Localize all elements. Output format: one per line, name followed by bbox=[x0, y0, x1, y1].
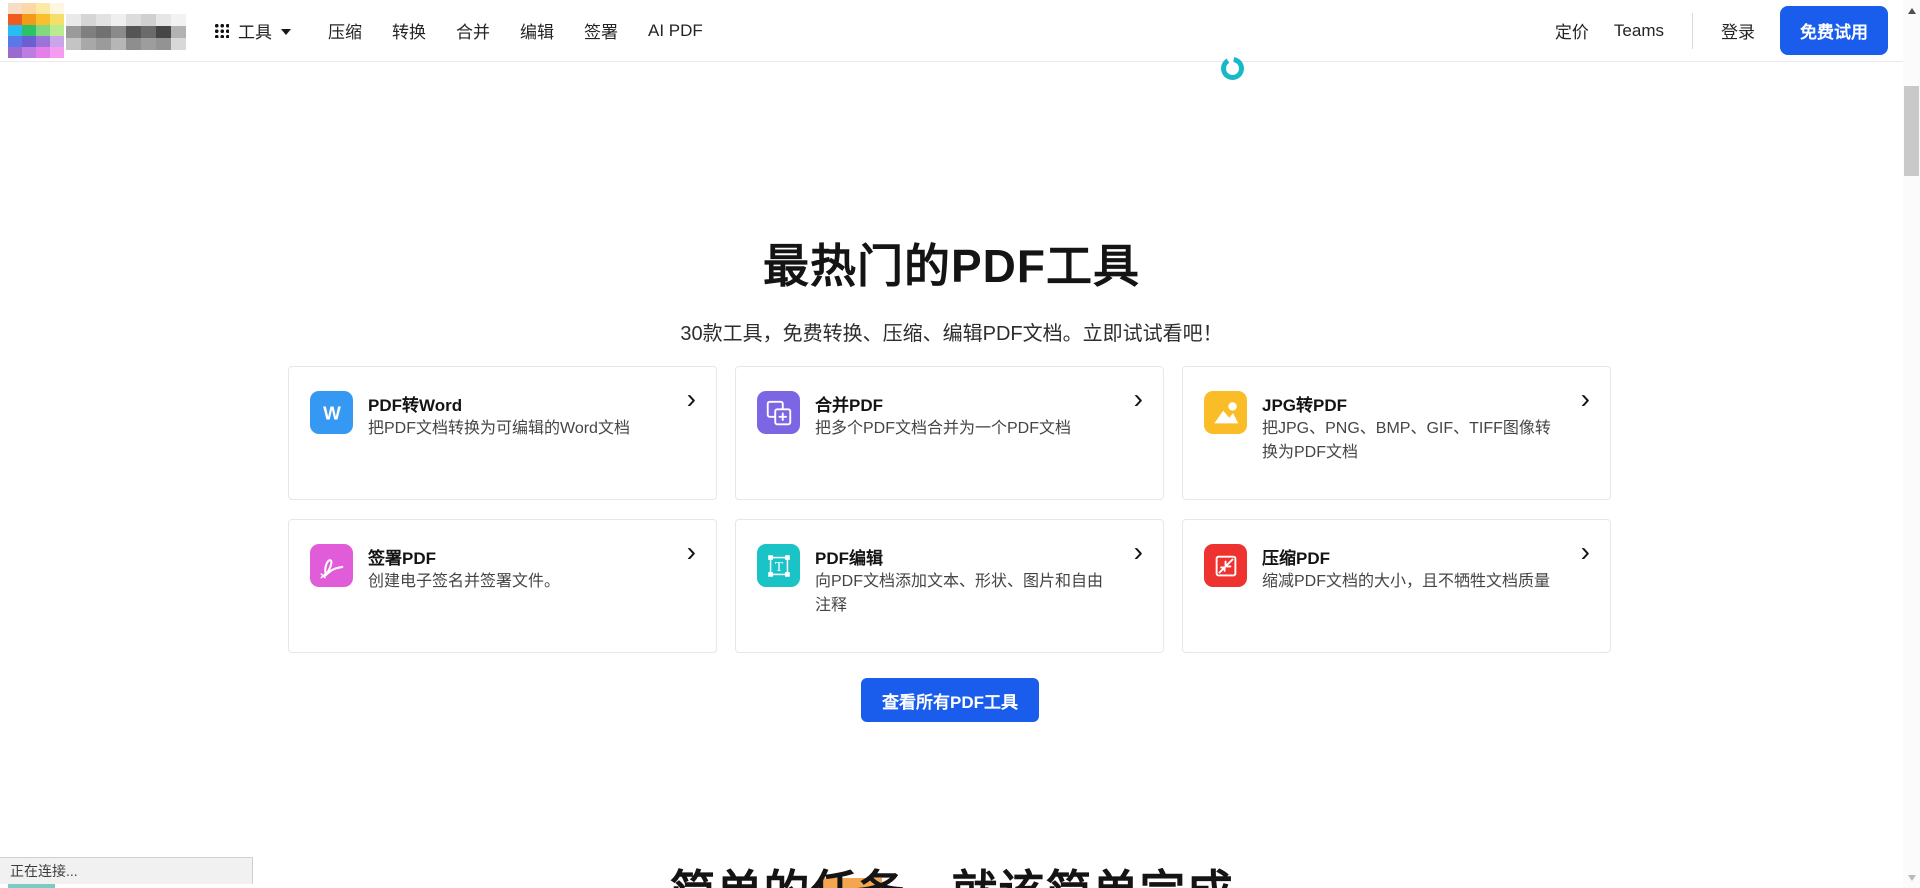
tools-menu[interactable]: 工具 bbox=[214, 18, 291, 43]
chevron-right-icon: › bbox=[1133, 536, 1143, 567]
image-to-pdf-icon bbox=[1204, 391, 1247, 434]
card-title: 合并PDF bbox=[815, 396, 883, 415]
chevron-right-icon: › bbox=[1133, 383, 1143, 414]
svg-text:W: W bbox=[323, 402, 341, 423]
scrollbar-down-button[interactable] bbox=[1903, 869, 1920, 886]
scrollbar-thumb[interactable] bbox=[1904, 86, 1919, 176]
see-all-tools-button[interactable]: 查看所有PDF工具 bbox=[861, 678, 1039, 722]
vertical-scrollbar[interactable] bbox=[1903, 0, 1920, 888]
compress-pdf-icon bbox=[1204, 544, 1247, 587]
card-description: 把PDF文档转换为可编辑的Word文档 bbox=[368, 420, 630, 437]
page-title: 最热门的PDF工具 bbox=[763, 240, 1140, 292]
browser-status-tooltip: 正在连接... bbox=[0, 857, 253, 884]
chevron-down-icon bbox=[281, 28, 291, 35]
merge-pdf-icon bbox=[757, 391, 800, 434]
nav-divider bbox=[1692, 12, 1693, 49]
card-edit-pdf[interactable]: T PDF编辑 向PDF文档添加文本、形状、图片和自由注释 › bbox=[735, 519, 1164, 653]
svg-text:T: T bbox=[774, 559, 783, 575]
page-subtitle: 30款工具，免费转换、压缩、编辑PDF文档。立即试试看吧！ bbox=[680, 323, 1223, 345]
top-navbar: 工具 压缩 转换 合并 编辑 签署 AI PDF 定价 Teams 登录 免费试… bbox=[0, 0, 1903, 62]
card-description: 把多个PDF文档合并为一个PDF文档 bbox=[815, 420, 1072, 437]
next-section-title: 简单的任务，就该简单完成 bbox=[0, 856, 1903, 888]
grid-menu-icon bbox=[214, 23, 229, 38]
tools-menu-label: 工具 bbox=[238, 23, 272, 42]
card-description: 把JPG、PNG、BMP、GIF、TIFF图像转换为PDF文档 bbox=[1262, 420, 1551, 461]
edit-text-icon: T bbox=[757, 544, 800, 587]
chevron-right-icon: › bbox=[686, 536, 696, 567]
nav-item-merge[interactable]: 合并 bbox=[456, 18, 490, 43]
card-title: PDF编辑 bbox=[815, 549, 883, 568]
card-description: 创建电子签名并签署文件。 bbox=[368, 573, 561, 590]
page: 工具 压缩 转换 合并 编辑 签署 AI PDF 定价 Teams 登录 免费试… bbox=[0, 0, 1920, 888]
arrow-up-icon bbox=[1907, 7, 1916, 14]
nav-item-edit[interactable]: 编辑 bbox=[520, 18, 554, 43]
decorative-teal-strip bbox=[8, 884, 55, 888]
free-trial-button[interactable]: 免费试用 bbox=[1780, 6, 1888, 55]
signature-icon bbox=[310, 544, 353, 587]
logo-pixelated-wordmark bbox=[66, 13, 186, 51]
card-description: 缩减PDF文档的大小，且不牺牲文档质量 bbox=[1262, 573, 1551, 590]
nav-item-convert[interactable]: 转换 bbox=[392, 18, 426, 43]
main-nav: 压缩 转换 合并 编辑 签署 AI PDF bbox=[328, 18, 703, 43]
nav-item-pricing[interactable]: 定价 bbox=[1555, 18, 1589, 43]
navbar-right: 定价 Teams 登录 免费试用 bbox=[1555, 6, 1888, 55]
nav-item-ai-pdf[interactable]: AI PDF bbox=[648, 21, 703, 41]
card-merge-pdf[interactable]: 合并PDF 把多个PDF文档合并为一个PDF文档 › bbox=[735, 366, 1164, 500]
nav-item-compress[interactable]: 压缩 bbox=[328, 18, 362, 43]
tool-card-grid: W PDF转Word 把PDF文档转换为可编辑的Word文档 › 合并PDF 把… bbox=[288, 366, 1612, 653]
nav-item-sign[interactable]: 签署 bbox=[584, 18, 618, 43]
card-pdf-to-word[interactable]: W PDF转Word 把PDF文档转换为可编辑的Word文档 › bbox=[288, 366, 717, 500]
logo-pixelated-mark bbox=[8, 2, 64, 59]
card-compress-pdf[interactable]: 压缩PDF 缩减PDF文档的大小，且不牺牲文档质量 › bbox=[1182, 519, 1611, 653]
scrollbar-up-button[interactable] bbox=[1903, 2, 1920, 19]
chevron-right-icon: › bbox=[1580, 383, 1590, 414]
card-title: 压缩PDF bbox=[1262, 549, 1330, 568]
card-title: PDF转Word bbox=[368, 396, 463, 415]
nav-item-teams[interactable]: Teams bbox=[1614, 21, 1664, 41]
card-title: 签署PDF bbox=[368, 549, 436, 568]
card-title: JPG转PDF bbox=[1262, 396, 1348, 415]
card-sign-pdf[interactable]: 签署PDF 创建电子签名并签署文件。 › bbox=[288, 519, 717, 653]
login-link[interactable]: 登录 bbox=[1721, 18, 1755, 43]
chevron-right-icon: › bbox=[1580, 536, 1590, 567]
app-logo[interactable] bbox=[8, 2, 186, 60]
arrow-down-icon bbox=[1907, 874, 1916, 881]
card-jpg-to-pdf[interactable]: JPG转PDF 把JPG、PNG、BMP、GIF、TIFF图像转换为PDF文档 … bbox=[1182, 366, 1611, 500]
chevron-right-icon: › bbox=[686, 383, 696, 414]
word-tool-icon: W bbox=[310, 391, 353, 434]
card-description: 向PDF文档添加文本、形状、图片和自由注释 bbox=[815, 573, 1104, 614]
loading-spinner-icon bbox=[1221, 57, 1244, 80]
